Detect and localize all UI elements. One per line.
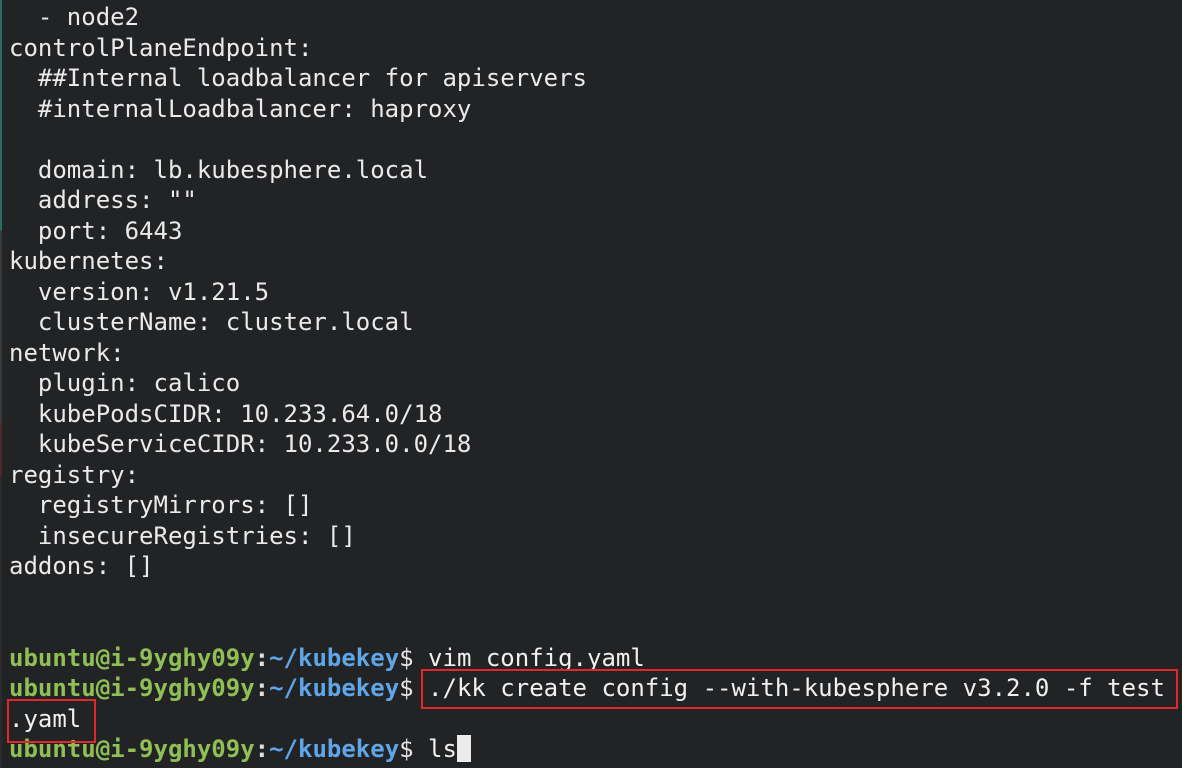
config-line: - node2 (9, 3, 140, 31)
prompt-dollar: $ (399, 643, 414, 672)
prompt-path: ~/kubekey (269, 735, 400, 763)
prompt-user-host: ubuntu@i-9yghy09y (9, 643, 255, 672)
config-line: address: "" (9, 186, 197, 214)
config-line: registry: (9, 460, 140, 489)
command-text-wrapped: .yaml (9, 704, 82, 733)
config-line: #internalLoadbalancer: haproxy (9, 94, 472, 123)
config-line: kubernetes: (9, 247, 168, 275)
config-line: clusterName: cluster.local (9, 308, 414, 336)
prompt-separator: : (254, 735, 270, 763)
command-wrap-line: .yaml (9, 704, 1165, 735)
command-input[interactable]: ls (428, 735, 457, 763)
prompt-separator: : (254, 643, 270, 672)
config-line: registryMirrors: [] (9, 491, 313, 519)
config-line: port: 6443 (9, 216, 183, 245)
text-cursor (456, 735, 471, 762)
prompt-dollar: $ (399, 735, 414, 763)
config-line: kubePodsCIDR: 10.233.64.0/18 (9, 399, 443, 428)
window-edge (0, 0, 2, 768)
command-text: vim config.yaml (428, 643, 645, 672)
config-line: version: v1.21.5 (9, 277, 270, 306)
config-line: domain: lb.kubesphere.local (9, 155, 429, 184)
prompt-line-kk-create: ubuntu@i-9yghy09y:~/kubekey$ ./kk create… (9, 673, 1165, 704)
config-line (9, 124, 1165, 155)
prompt-path: ~/kubekey (269, 674, 400, 702)
config-line: insecureRegistries: [] (9, 521, 356, 550)
prompt-separator: : (254, 674, 270, 702)
config-line: controlPlaneEndpoint: (9, 33, 313, 62)
config-line (9, 612, 1165, 643)
config-line: kubeServiceCIDR: 10.233.0.0/18 (9, 430, 472, 458)
config-line: plugin: calico (9, 369, 241, 397)
prompt-line-vim: ubuntu@i-9yghy09y:~/kubekey$ vim config.… (9, 643, 1165, 674)
config-line (9, 582, 1165, 613)
terminal-window[interactable]: - node2 controlPlaneEndpoint: ##Internal… (0, 0, 1182, 768)
prompt-user-host: ubuntu@i-9yghy09y (9, 735, 255, 763)
config-line: ##Internal loadbalancer for apiservers (9, 64, 587, 92)
command-text: ./kk create config --with-kubesphere v3.… (428, 674, 1165, 702)
prompt-path: ~/kubekey (269, 643, 400, 672)
config-line: addons: [] (9, 552, 154, 580)
prompt-line-ls[interactable]: ubuntu@i-9yghy09y:~/kubekey$ ls (9, 734, 1165, 765)
prompt-user-host: ubuntu@i-9yghy09y (9, 674, 255, 702)
prompt-dollar: $ (399, 674, 414, 702)
terminal-output: - node2 controlPlaneEndpoint: ##Internal… (9, 2, 1165, 765)
config-line: network: (9, 338, 125, 367)
